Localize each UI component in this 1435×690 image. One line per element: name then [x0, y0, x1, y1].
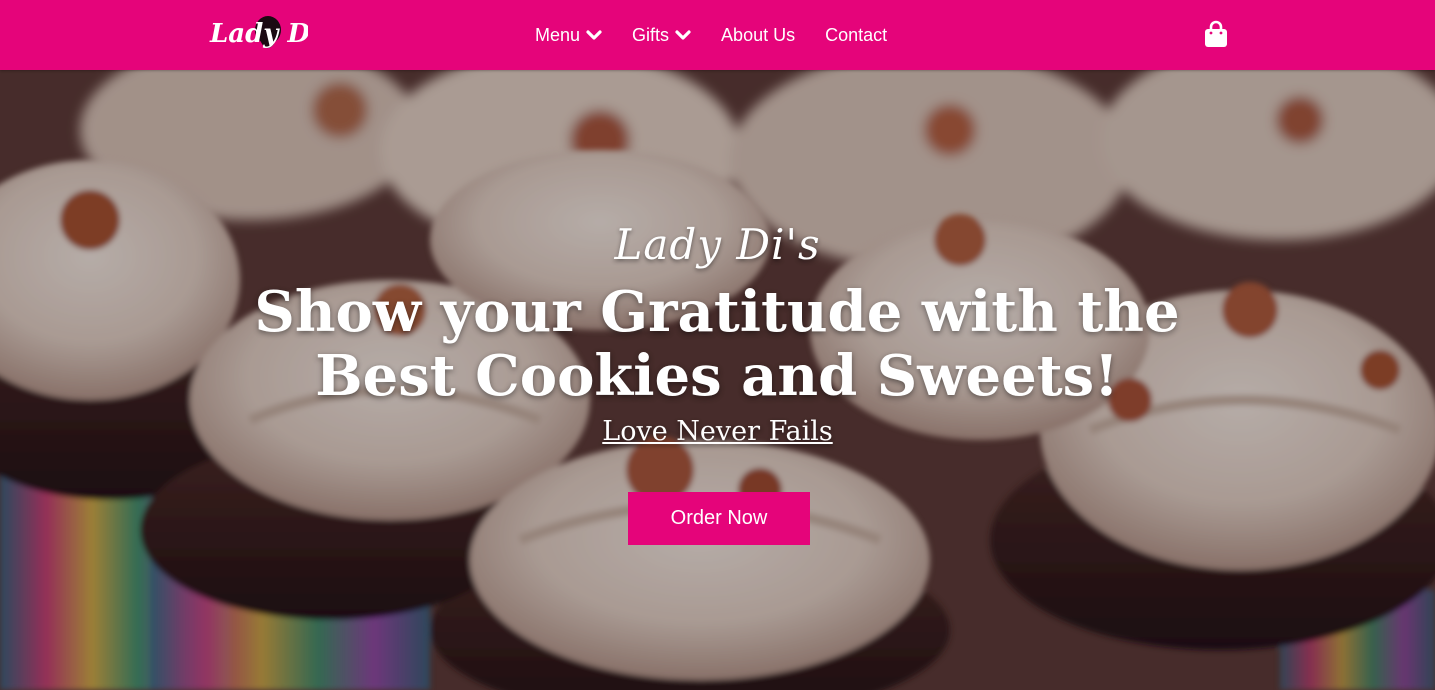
nav-item-contact[interactable]: Contact	[825, 25, 887, 46]
hero-headline: Show your Gratitude with the Best Cookie…	[254, 279, 1180, 409]
top-navbar: Lady Di's Menu Gifts About Us Contact	[0, 0, 1435, 70]
brand-logo-text: Lady Di's	[209, 19, 308, 49]
hero-section: Lady Di's Show your Gratitude with the B…	[0, 70, 1435, 690]
nav-item-about-us-label: About Us	[721, 24, 796, 45]
brand-logo[interactable]: Lady Di's	[208, 10, 308, 58]
nav-item-about-us[interactable]: About Us	[721, 25, 795, 46]
chevron-down-icon	[586, 30, 602, 40]
shopping-bag-icon	[1205, 20, 1227, 47]
hero-content: Lady Di's Show your Gratitude with the B…	[0, 70, 1435, 690]
brand-logo-icon: Lady Di's	[209, 16, 308, 49]
chevron-down-icon	[675, 30, 691, 40]
cart-button[interactable]	[1204, 20, 1228, 48]
nav-item-gifts-label: Gifts	[632, 24, 670, 45]
hero-script-title: Lady Di's	[614, 220, 821, 269]
nav-item-menu[interactable]: Menu	[535, 25, 602, 46]
main-nav: Menu Gifts About Us Contact	[520, 0, 902, 70]
order-now-button[interactable]: Order Now	[628, 492, 810, 545]
nav-item-gifts[interactable]: Gifts	[632, 25, 691, 46]
nav-item-menu-label: Menu	[535, 24, 581, 45]
nav-item-contact-label: Contact	[825, 24, 888, 45]
hero-tagline[interactable]: Love Never Fails	[0, 416, 1435, 447]
